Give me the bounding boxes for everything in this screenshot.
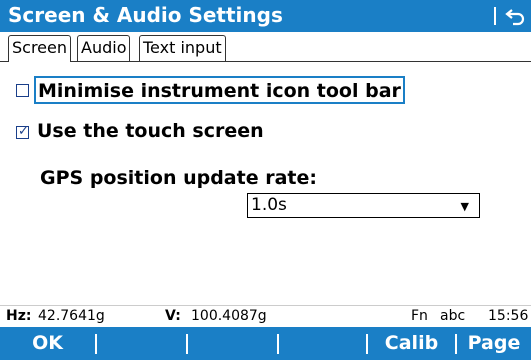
tab-text-input[interactable]: Text input <box>139 35 226 61</box>
tab-audio[interactable]: Audio <box>77 35 131 61</box>
gps-update-rate-select[interactable]: 1.0s ▼ <box>247 193 480 218</box>
gps-update-rate-label: GPS position update rate: <box>40 167 317 189</box>
dropdown-arrow-icon: ▼ <box>460 200 469 213</box>
minimise-toolbar-option[interactable]: Minimise instrument icon tool bar <box>14 76 434 104</box>
softkey-f3[interactable] <box>188 327 277 360</box>
back-arrow-icon[interactable] <box>503 4 527 28</box>
gps-update-rate-value: 1.0s <box>251 195 287 215</box>
v-value: 100.4087g <box>191 308 267 324</box>
softkey-f2[interactable] <box>97 327 186 360</box>
tab-divider <box>0 61 531 62</box>
window-title: Screen & Audio Settings <box>8 3 283 27</box>
minimise-toolbar-checkbox[interactable] <box>16 84 29 97</box>
v-label: V: <box>165 308 181 324</box>
hz-value: 42.7641g <box>38 308 105 324</box>
touch-screen-option[interactable]: ✓ Use the touch screen <box>14 118 314 146</box>
input-mode-indicator: abc <box>440 308 466 324</box>
fn-indicator: Fn <box>411 308 428 324</box>
touch-screen-label: Use the touch screen <box>37 120 264 142</box>
touch-screen-checkbox[interactable]: ✓ <box>16 124 29 139</box>
title-separator <box>494 7 496 25</box>
softkey-f4[interactable] <box>279 327 366 360</box>
checkmark-icon: ✓ <box>18 124 29 139</box>
title-bar: Screen & Audio Settings <box>0 0 531 32</box>
status-bar: Hz: 42.7641g V: 100.4087g Fn abc 15:56 <box>0 305 531 327</box>
clock: 15:56 <box>488 308 529 324</box>
ok-button[interactable]: OK <box>0 327 95 360</box>
calib-button[interactable]: Calib <box>368 327 455 360</box>
tab-screen[interactable]: Screen <box>8 35 72 62</box>
minimise-toolbar-label: Minimise instrument icon tool bar <box>34 76 405 104</box>
softkey-bar: OK Calib Page <box>0 327 531 360</box>
hz-label: Hz: <box>6 308 32 324</box>
page-button[interactable]: Page <box>457 327 531 360</box>
